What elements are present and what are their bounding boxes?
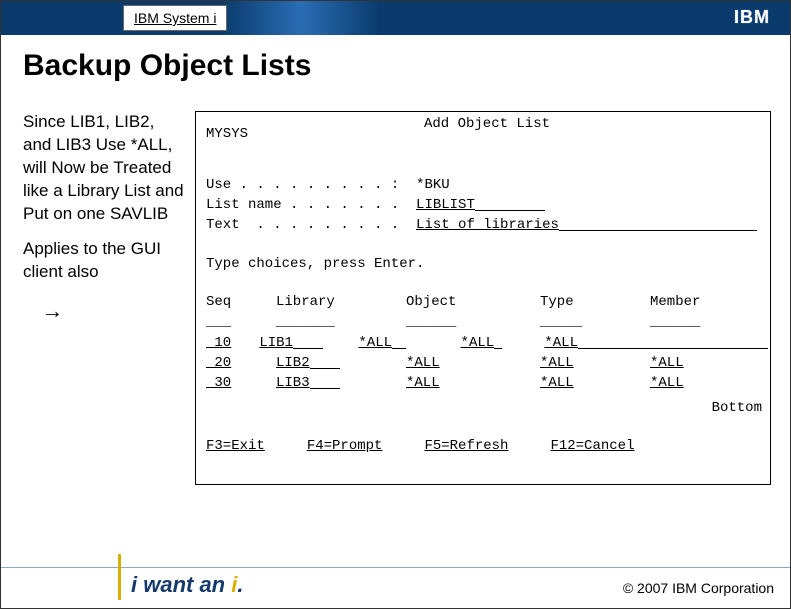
function-keys: F3=Exit F4=Prompt F5=Refresh F12=Cancel [206,436,768,456]
list-bottom-indicator: Bottom [206,398,768,418]
cell-library[interactable]: LIB3 [276,375,310,391]
col-type: Type [540,292,650,312]
title-area: Backup Object Lists [1,35,790,87]
topbar: IBM System i IBM [1,1,790,35]
table-dash-row: ___ _______ ______ _____ ______ [206,312,768,332]
choices-prompt: Type choices, press Enter. [206,254,768,274]
arrow-icon: → [23,296,187,326]
terminal-screen: Add Object List MYSYS Use . . . . . . . … [195,111,771,485]
cell-seq[interactable]: 10 [206,335,231,351]
col-seq: Seq [206,292,276,312]
field-value-text[interactable]: List of libraries [416,217,559,233]
cell-library[interactable]: LIB2 [276,355,310,371]
sidebar-text-1: Since LIB1, LIB2, and LIB3 Use *ALL, wil… [23,111,187,226]
cell-object[interactable]: *ALL [358,335,392,351]
table-row[interactable]: 20 LIB2 *ALL *ALL *ALL [206,353,768,373]
table-row[interactable]: 30 LIB3 *ALL *ALL *ALL [206,373,768,393]
sidebar: Since LIB1, LIB2, and LIB3 Use *ALL, wil… [23,111,195,325]
field-label-listname: List name . . . . . . . [206,195,416,215]
cell-type[interactable]: *ALL [540,375,574,391]
cell-object[interactable]: *ALL [406,355,440,371]
cell-member[interactable]: *ALL [650,355,684,371]
col-library: Library [276,292,406,312]
field-label-text: Text . . . . . . . . . [206,215,416,235]
cell-object[interactable]: *ALL [406,375,440,391]
col-object: Object [406,292,540,312]
fkey-f3[interactable]: F3=Exit [206,436,265,456]
cell-seq[interactable]: 30 [206,375,231,391]
cell-member[interactable]: *ALL [650,375,684,391]
field-value-use: *BKU [416,175,450,195]
field-row-listname: List name . . . . . . . LIBLIST [206,195,768,215]
terminal-system-name: MYSYS [206,124,768,144]
cell-type[interactable]: *ALL [540,355,574,371]
slogan: i want an i. [131,572,244,598]
field-row-use: Use . . . . . . . . . : *BKU [206,175,768,195]
fkey-f4[interactable]: F4=Prompt [307,436,383,456]
footer-accent-bar [118,554,121,600]
field-row-text: Text . . . . . . . . . List of libraries [206,215,768,235]
col-member: Member [650,292,768,312]
footer: i want an i. © 2007 IBM Corporation [1,552,790,608]
fkey-f12[interactable]: F12=Cancel [550,436,634,456]
cell-member[interactable]: *ALL [544,335,578,351]
table-header: Seq Library Object Type Member [206,292,768,312]
cell-seq[interactable]: 20 [206,355,231,371]
ibm-logo: IBM [734,7,770,28]
field-label-use: Use . . . . . . . . . : [206,175,416,195]
product-tab[interactable]: IBM System i [123,5,227,31]
sidebar-text-2: Applies to the GUI client also [23,238,187,284]
content: Since LIB1, LIB2, and LIB3 Use *ALL, wil… [23,111,788,485]
input-underline [559,230,757,231]
fkey-f5[interactable]: F5=Refresh [424,436,508,456]
input-underline [475,210,545,211]
list-table: Seq Library Object Type Member ___ _____… [206,292,768,393]
cell-library[interactable]: LIB1 [259,335,293,351]
field-value-listname[interactable]: LIBLIST [416,197,475,213]
page-title: Backup Object Lists [23,49,768,83]
table-row[interactable]: 10 LIB1 *ALL *ALL *ALL [206,333,768,353]
cell-type[interactable]: *ALL [461,335,495,351]
copyright: © 2007 IBM Corporation [623,580,774,596]
